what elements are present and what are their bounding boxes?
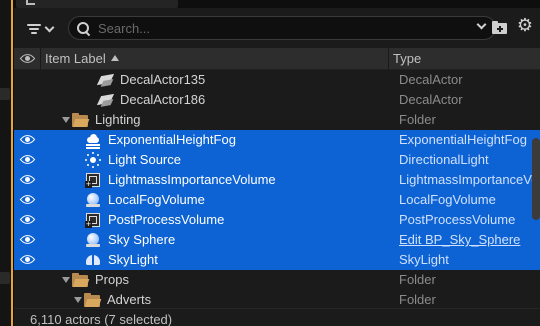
expand-arrow-icon[interactable] bbox=[74, 297, 82, 303]
search-box[interactable] bbox=[68, 16, 496, 40]
item-label: SkyLight bbox=[108, 252, 158, 267]
item-type: ExponentialHeightFog bbox=[399, 132, 527, 147]
sphere-icon bbox=[85, 192, 101, 208]
add-folder-icon[interactable] bbox=[492, 20, 508, 34]
item-type: PostProcessVolume bbox=[399, 212, 516, 227]
actor-count-status: 6,110 actors (7 selected) bbox=[30, 312, 173, 326]
visibility-eye-icon[interactable] bbox=[19, 251, 36, 268]
volume-icon: + bbox=[85, 172, 101, 188]
item-type: DecalActor bbox=[399, 72, 463, 87]
item-label: DecalActor135 bbox=[120, 72, 206, 87]
expand-arrow-icon[interactable] bbox=[62, 277, 70, 283]
list-item[interactable]: DecalActor186 DecalActor bbox=[14, 90, 540, 110]
search-history-chevron-icon[interactable] bbox=[476, 19, 487, 30]
visibility-eye-icon[interactable] bbox=[19, 131, 36, 148]
filter-button[interactable] bbox=[27, 19, 61, 39]
folder-icon bbox=[84, 292, 102, 308]
visibility-eye-icon[interactable] bbox=[19, 191, 36, 208]
item-label: Sky Sphere bbox=[108, 232, 176, 247]
edge-handle bbox=[0, 88, 10, 100]
vertical-scrollbar[interactable] bbox=[532, 138, 540, 220]
sun-icon bbox=[85, 152, 101, 168]
item-type: LightmassImportanceVolume bbox=[399, 172, 540, 187]
item-type: DecalActor bbox=[399, 92, 463, 107]
column-item-label-text: Item Label bbox=[45, 51, 106, 66]
list-item[interactable]: + LightmassImportanceVolume LightmassImp… bbox=[14, 170, 540, 190]
item-type: SkyLight bbox=[399, 252, 449, 267]
expand-arrow-icon[interactable] bbox=[62, 117, 70, 123]
item-label: DecalActor186 bbox=[120, 92, 206, 107]
decal-icon bbox=[96, 72, 115, 88]
folder-item-props[interactable]: Props Folder bbox=[14, 270, 540, 290]
list-item[interactable]: ExponentialHeightFog ExponentialHeightFo… bbox=[14, 130, 540, 150]
visibility-eye-icon[interactable] bbox=[19, 151, 36, 168]
search-input[interactable] bbox=[98, 20, 458, 36]
search-icon bbox=[77, 21, 90, 35]
tab-fragment[interactable] bbox=[16, 0, 178, 8]
item-type: Folder bbox=[399, 112, 436, 127]
panel-accent-border bbox=[11, 0, 13, 326]
item-label: LightmassImportanceVolume bbox=[108, 172, 276, 187]
item-type: LocalFogVolume bbox=[399, 192, 496, 207]
item-type: DirectionalLight bbox=[399, 152, 489, 167]
list-item[interactable]: LocalFogVolume LocalFogVolume bbox=[14, 190, 540, 210]
item-label: Light Source bbox=[108, 152, 181, 167]
decal-icon bbox=[96, 92, 115, 108]
item-label: LocalFogVolume bbox=[108, 192, 205, 207]
filter-icon bbox=[27, 24, 41, 34]
visibility-eye-icon[interactable] bbox=[19, 231, 36, 248]
column-header: Item Label Type bbox=[14, 48, 540, 70]
column-type[interactable]: Type bbox=[393, 48, 421, 70]
status-bar: 6,110 actors (7 selected) bbox=[14, 308, 540, 326]
item-type: Folder bbox=[399, 272, 436, 287]
fog-icon bbox=[85, 132, 101, 149]
item-label: PostProcessVolume bbox=[108, 212, 225, 227]
gear-icon[interactable]: ⚙ bbox=[516, 16, 534, 34]
edge-handle bbox=[0, 272, 10, 284]
editor-left-edge bbox=[0, 0, 13, 326]
item-label: Props bbox=[95, 272, 129, 287]
folder-item-adverts[interactable]: Adverts Folder bbox=[14, 290, 540, 310]
item-type: Folder bbox=[399, 292, 436, 307]
column-item-label[interactable]: Item Label bbox=[45, 48, 119, 70]
folder-item-lighting[interactable]: Lighting Folder bbox=[14, 110, 540, 130]
folder-icon bbox=[72, 112, 90, 128]
column-type-text: Type bbox=[393, 51, 422, 66]
item-label: Adverts bbox=[107, 292, 152, 307]
folder-icon bbox=[72, 272, 90, 288]
list-item[interactable]: + PostProcessVolume PostProcessVolume bbox=[14, 210, 540, 230]
sphere-icon bbox=[85, 232, 101, 248]
item-label: ExponentialHeightFog bbox=[108, 132, 236, 147]
list-item[interactable]: SkyLight SkyLight bbox=[14, 250, 540, 270]
tab-marker-icon bbox=[26, 0, 35, 5]
list-item[interactable]: Sky Sphere Edit BP_Sky_Sphere bbox=[14, 230, 540, 250]
skylight-icon bbox=[85, 252, 101, 268]
outliner-toolbar: ⚙ bbox=[14, 15, 540, 41]
volume-icon: + bbox=[85, 212, 101, 228]
visibility-column-eye-icon[interactable] bbox=[19, 50, 36, 67]
sort-ascending-icon bbox=[110, 55, 119, 61]
list-item[interactable]: Light Source DirectionalLight bbox=[14, 150, 540, 170]
outliner-panel: ⚙ Item Label Type DecalActor135 DecalAct… bbox=[14, 8, 540, 326]
list-item[interactable]: DecalActor135 DecalActor bbox=[14, 70, 540, 90]
edit-blueprint-link[interactable]: Edit BP_Sky_Sphere bbox=[399, 230, 540, 250]
chevron-down-icon bbox=[44, 22, 55, 32]
item-label: Lighting bbox=[95, 112, 141, 127]
visibility-eye-icon[interactable] bbox=[19, 211, 36, 228]
visibility-eye-icon[interactable] bbox=[19, 171, 36, 188]
